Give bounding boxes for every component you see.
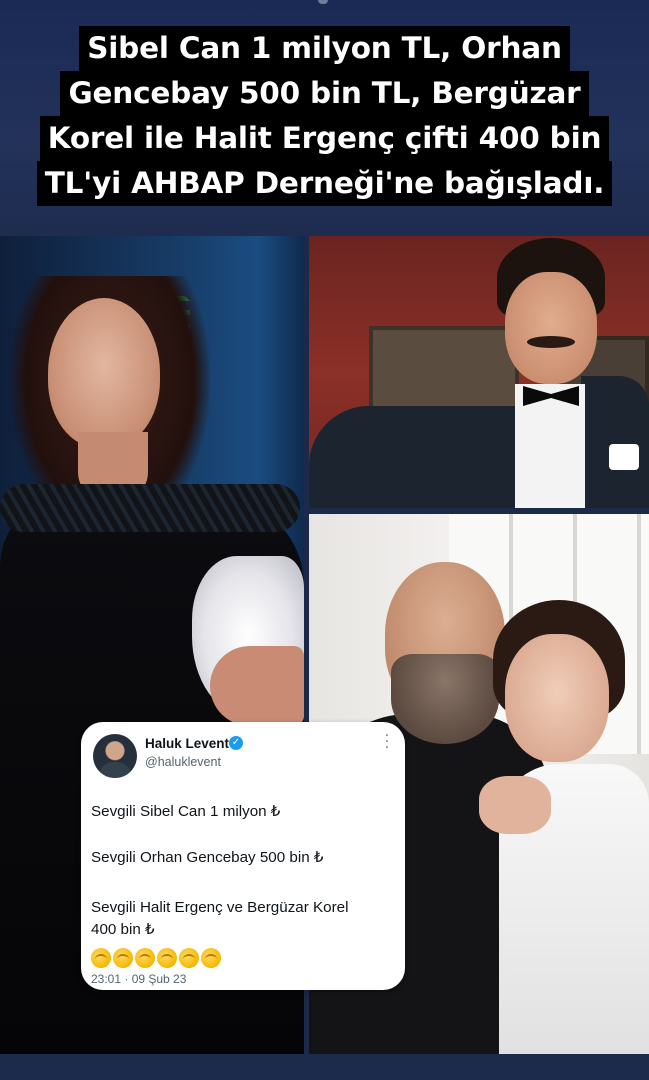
headline-line: Korel ile Halit Ergenç çifti 400 bin (39, 116, 610, 161)
tuxedo-portrait-photo (309, 236, 649, 508)
face (505, 272, 597, 384)
tweet-text-line: Sevgili Halit Ergenç ve Bergüzar Korel (91, 899, 349, 916)
clapping-hands-icon (135, 948, 155, 968)
pocket-square (609, 444, 639, 470)
footer-background (0, 1054, 649, 1080)
face (505, 634, 609, 762)
tweet-card[interactable]: Haluk Levent ✓ @haluklevent · · · Sevgili … (81, 722, 405, 990)
clapping-hands-icon (157, 948, 177, 968)
emoji-row (91, 948, 221, 968)
tweet-author-handle[interactable]: @haluklevent (145, 755, 221, 769)
tweet-timestamp[interactable]: 23:01 · 09 Şub 23 (91, 972, 186, 986)
beard (391, 654, 499, 744)
headline: Sibel Can 1 milyon TL, Orhan Gencebay 50… (0, 26, 649, 206)
headline-line: Gencebay 500 bin TL, Bergüzar (60, 71, 589, 116)
feather-trim (0, 484, 300, 532)
clapping-hands-icon (91, 948, 111, 968)
tweet-text-line: Sevgili Sibel Can 1 milyon ₺ (91, 803, 281, 820)
tweet-text-line: Sevgili Orhan Gencebay 500 bin ₺ (91, 849, 324, 866)
clapping-hands-icon (113, 948, 133, 968)
avatar[interactable] (93, 734, 137, 778)
avatar-shoulders (99, 762, 131, 778)
face (48, 298, 160, 448)
more-options-icon[interactable]: · · · (381, 730, 393, 755)
verified-badge-icon: ✓ (229, 736, 243, 750)
headline-line: TL'yi AHBAP Derneği'ne bağışladı. (36, 161, 613, 206)
jacket-left (309, 406, 519, 508)
arm (210, 646, 304, 726)
clapping-hands-icon (201, 948, 221, 968)
jacket-right (581, 376, 649, 508)
tweet-text-line: 400 bin ₺ (91, 921, 155, 938)
tweet-author-name[interactable]: Haluk Levent (145, 736, 229, 751)
clapping-hands-icon (179, 948, 199, 968)
hand (479, 776, 551, 834)
mustache (527, 336, 575, 348)
headline-line: Sibel Can 1 milyon TL, Orhan (79, 26, 570, 71)
